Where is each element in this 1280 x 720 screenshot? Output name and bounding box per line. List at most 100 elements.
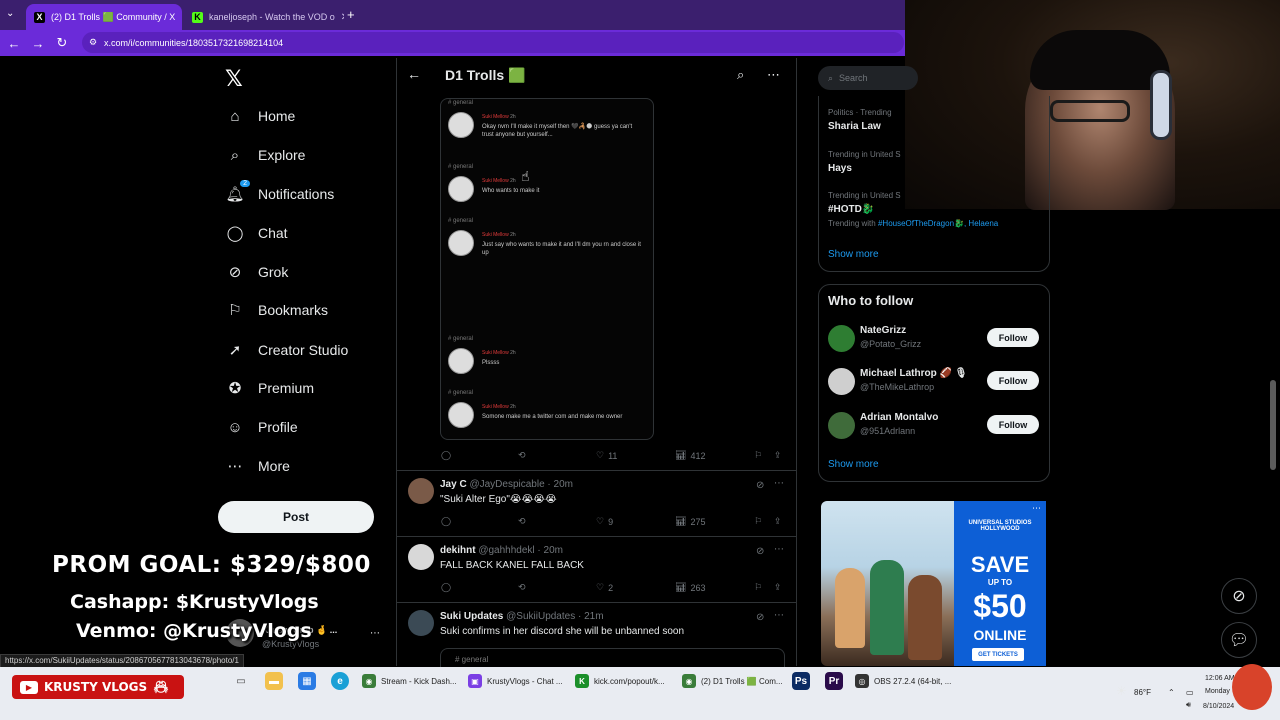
avatar[interactable] [828, 368, 855, 395]
tweet-author-name: Suki Updates [440, 611, 504, 622]
ad-cta-button[interactable]: GET TICKETS [972, 648, 1024, 661]
trend-name[interactable]: #HOTD🐉 [828, 204, 874, 215]
tweet-author[interactable]: Jay C @JayDespicable · 20m [440, 479, 573, 490]
file-explorer-icon[interactable]: ▬ [265, 672, 283, 690]
sidebar-item-bookmarks[interactable]: ⚐ Bookmarks [226, 295, 328, 325]
views-button[interactable]: 📊︎ 412 [675, 450, 705, 461]
avatar[interactable] [408, 478, 434, 504]
sidebar-item-creator-studio[interactable]: ➚ Creator Studio [226, 335, 349, 365]
edge-icon[interactable]: e [331, 672, 349, 690]
sidebar-item-grok[interactable]: ⊘ Grok [226, 257, 289, 287]
retweet-icon[interactable]: ⟲ [518, 582, 526, 593]
post-button[interactable]: Post [218, 501, 374, 533]
retweet-icon[interactable]: ⟲ [518, 516, 526, 527]
close-tab-icon[interactable]: ✕ [181, 12, 182, 23]
network-icon[interactable]: ▭ [1186, 688, 1194, 697]
trend-name[interactable]: Sharia Law [828, 121, 881, 132]
like-button[interactable]: ♡ 11 [596, 450, 617, 461]
reload-icon[interactable]: ↻ [52, 33, 72, 53]
share-icon[interactable]: ⇪ [774, 516, 782, 527]
sidebar-item-home[interactable]: ⌂ Home [226, 101, 295, 131]
sidebar-item-premium[interactable]: ✪ Premium [226, 373, 314, 403]
taskbar-app[interactable]: ◎ OBS 27.2.4 (64-bit, ... [855, 670, 951, 692]
taskbar-app[interactable]: ◉ Stream - Kick Dash... [362, 670, 457, 692]
forward-icon[interactable]: → [28, 33, 48, 53]
tab-d1-trolls[interactable]: X (2) D1 Trolls 🟩 Community / X ✕ [26, 4, 182, 30]
task-view-icon[interactable]: ▭ [232, 672, 250, 690]
store-icon[interactable]: ▦ [298, 672, 316, 690]
trends-show-more[interactable]: Show more [828, 249, 879, 260]
follow-account-name[interactable]: NateGrizz [860, 325, 906, 336]
like-button[interactable]: ♡ 2 [596, 582, 613, 593]
tweet-more-icon[interactable]: ⋯ [774, 610, 784, 621]
taskbar-app[interactable]: ◉ (2) D1 Trolls 🟩 Com... [682, 670, 783, 692]
cashapp-text: Cashapp: $KrustyVlogs [70, 591, 319, 613]
sidebar-item-chat[interactable]: ◯ Chat [226, 218, 288, 248]
bell-icon: 🔔︎ 2 [225, 180, 250, 203]
tab-kaneljoseph[interactable]: K kaneljoseph - Watch the VOD o ✕ [184, 4, 344, 30]
follow-button[interactable]: Follow [987, 371, 1039, 390]
tweet-image-preview[interactable]: # general [440, 648, 785, 668]
reply-icon[interactable]: ◯ [441, 450, 451, 461]
sidebar-item-notifications[interactable]: 🔔︎ 2 Notifications [225, 179, 334, 209]
tweet-more-icon[interactable]: ⋯ [774, 478, 784, 489]
clock-day: Monday [1205, 688, 1230, 695]
photoshop-icon[interactable]: Ps [792, 672, 810, 690]
bookmark-icon[interactable]: ⚐ [754, 450, 762, 461]
grok-icon[interactable]: ⊘ [756, 480, 764, 491]
sidebar-item-profile[interactable]: ☺ Profile [226, 412, 297, 442]
search-icon[interactable]: ⌕ [737, 67, 744, 83]
grok-fab-icon[interactable]: ⊘ [1221, 578, 1257, 614]
sidebar-item-explore[interactable]: ⌕ Explore [226, 140, 306, 170]
back-icon[interactable]: ← [4, 33, 24, 53]
follow-account-name[interactable]: Adrian Montalvo [860, 412, 938, 423]
follow-button[interactable]: Follow [987, 328, 1039, 347]
tweet-author[interactable]: dekihnt @gahhhdekl · 20m [440, 545, 563, 556]
views-button[interactable]: 📊︎ 275 [675, 516, 705, 527]
scrollbar[interactable] [1270, 380, 1276, 470]
taskbar-app[interactable]: ▣ KrustyVlogs - Chat ... [468, 670, 563, 692]
tab-search-icon[interactable]: ⌄ [6, 8, 14, 19]
discord-user: Suki Mellow [482, 350, 509, 356]
search-input[interactable]: ⌕ Search [818, 66, 918, 90]
volume-icon[interactable]: 🔊︎ [1186, 700, 1191, 710]
sidebar-item-more[interactable]: ⋯ More [226, 451, 290, 481]
follow-show-more[interactable]: Show more [828, 459, 879, 470]
new-tab-button[interactable]: + [347, 7, 355, 22]
reply-icon[interactable]: ◯ [441, 582, 451, 593]
x-logo-icon[interactable]: 𝕏 [225, 66, 243, 92]
like-button[interactable]: ♡ 9 [596, 516, 613, 527]
retweet-icon[interactable]: ⟲ [518, 450, 526, 461]
site-info-icon[interactable]: ⚙ [89, 37, 97, 48]
trend-with-links[interactable]: #HouseOfTheDragon🐉, Helaena [878, 219, 998, 228]
back-arrow-icon[interactable]: ← [407, 66, 421, 82]
address-bar[interactable]: ⚙ x.com/i/communities/180351732169821410… [82, 32, 904, 53]
premiere-icon[interactable]: Pr [825, 672, 843, 690]
follow-account-name[interactable]: Michael Lathrop 🏈 🎙 [860, 368, 967, 379]
avatar[interactable] [828, 325, 855, 352]
taskbar-app[interactable]: Kkick.com/popout/k... [575, 670, 665, 692]
follow-button[interactable]: Follow [987, 415, 1039, 434]
avatar[interactable] [408, 610, 434, 636]
avatar[interactable] [828, 412, 855, 439]
tweet-author[interactable]: Suki Updates @SukiiUpdates · 21m [440, 611, 604, 622]
account-more-icon[interactable]: ⋯ [370, 628, 380, 639]
avatar[interactable] [408, 544, 434, 570]
share-icon[interactable]: ⇪ [774, 582, 782, 593]
grok-icon[interactable]: ⊘ [756, 546, 764, 557]
grok-icon[interactable]: ⊘ [756, 612, 764, 623]
close-tab-icon[interactable]: ✕ [341, 12, 344, 23]
clock-time[interactable]: 12:06 AM [1205, 675, 1235, 682]
tweet-image-discord-screenshot[interactable] [440, 98, 654, 440]
share-icon[interactable]: ⇪ [774, 450, 782, 461]
bookmark-icon[interactable]: ⚐ [754, 516, 762, 527]
more-icon[interactable]: ⋯ [767, 67, 780, 83]
tweet-more-icon[interactable]: ⋯ [774, 544, 784, 555]
views-button[interactable]: 📊︎ 263 [675, 582, 705, 593]
messages-fab-icon[interactable]: 💬︎ [1221, 622, 1257, 658]
trend-name[interactable]: Hays [828, 163, 852, 174]
ad-more-icon[interactable]: ⋯ [1032, 503, 1041, 514]
tray-chevron-icon[interactable]: ⌃ [1168, 688, 1175, 697]
bookmark-icon[interactable]: ⚐ [754, 582, 762, 593]
reply-icon[interactable]: ◯ [441, 516, 451, 527]
